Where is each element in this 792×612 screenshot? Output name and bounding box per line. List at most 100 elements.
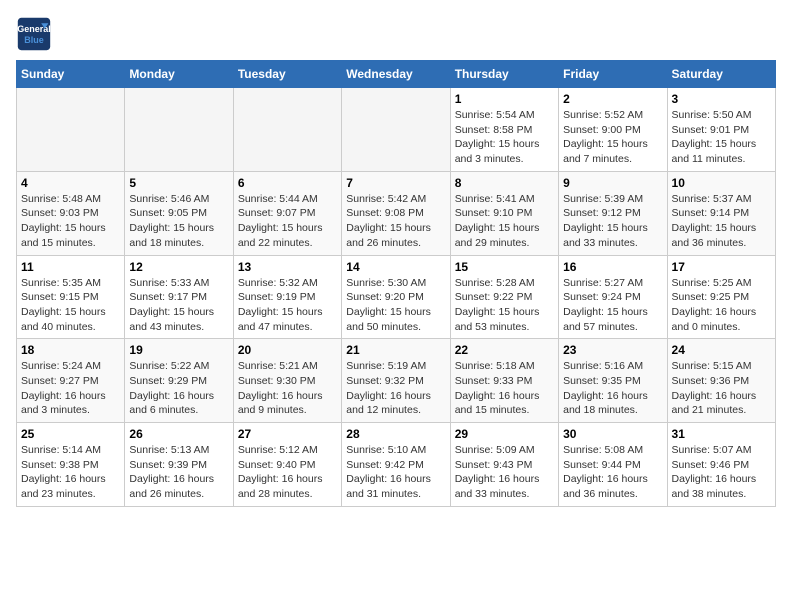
calendar-cell bbox=[233, 88, 341, 172]
day-number: 13 bbox=[238, 260, 337, 274]
day-number: 18 bbox=[21, 343, 120, 357]
day-info: Sunrise: 5:50 AM Sunset: 9:01 PM Dayligh… bbox=[672, 108, 771, 167]
calendar-week-3: 11 Sunrise: 5:35 AM Sunset: 9:15 PM Dayli… bbox=[17, 255, 776, 339]
calendar-cell bbox=[17, 88, 125, 172]
day-info: Sunrise: 5:54 AM Sunset: 8:58 PM Dayligh… bbox=[455, 108, 554, 167]
calendar-cell bbox=[342, 88, 450, 172]
day-info: Sunrise: 5:13 AM Sunset: 9:39 PM Dayligh… bbox=[129, 443, 228, 502]
day-number: 30 bbox=[563, 427, 662, 441]
day-number: 16 bbox=[563, 260, 662, 274]
day-number: 4 bbox=[21, 176, 120, 190]
day-info: Sunrise: 5:10 AM Sunset: 9:42 PM Dayligh… bbox=[346, 443, 445, 502]
day-number: 15 bbox=[455, 260, 554, 274]
day-info: Sunrise: 5:48 AM Sunset: 9:03 PM Dayligh… bbox=[21, 192, 120, 251]
day-number: 19 bbox=[129, 343, 228, 357]
day-number: 27 bbox=[238, 427, 337, 441]
day-info: Sunrise: 5:44 AM Sunset: 9:07 PM Dayligh… bbox=[238, 192, 337, 251]
calendar-cell: 3 Sunrise: 5:50 AM Sunset: 9:01 PM Daylig… bbox=[667, 88, 775, 172]
calendar-cell: 17 Sunrise: 5:25 AM Sunset: 9:25 PM Dayli… bbox=[667, 255, 775, 339]
calendar-week-1: 1 Sunrise: 5:54 AM Sunset: 8:58 PM Daylig… bbox=[17, 88, 776, 172]
calendar-cell: 8Sunrise: 5:41 AM Sunset: 9:10 PM Daylig… bbox=[450, 171, 558, 255]
calendar-cell: 16 Sunrise: 5:27 AM Sunset: 9:24 PM Dayli… bbox=[559, 255, 667, 339]
calendar-cell: 13 Sunrise: 5:32 AM Sunset: 9:19 PM Dayli… bbox=[233, 255, 341, 339]
day-info: Sunrise: 5:42 AM Sunset: 9:08 PM Dayligh… bbox=[346, 192, 445, 251]
day-info: Sunrise: 5:39 AM Sunset: 9:12 PM Dayligh… bbox=[563, 192, 662, 251]
day-info: Sunrise: 5:18 AM Sunset: 9:33 PM Dayligh… bbox=[455, 359, 554, 418]
day-info: Sunrise: 5:32 AM Sunset: 9:19 PM Dayligh… bbox=[238, 276, 337, 335]
logo-icon: General Blue bbox=[16, 16, 52, 52]
day-info: Sunrise: 5:33 AM Sunset: 9:17 PM Dayligh… bbox=[129, 276, 228, 335]
day-info: Sunrise: 5:12 AM Sunset: 9:40 PM Dayligh… bbox=[238, 443, 337, 502]
day-header-wednesday: Wednesday bbox=[342, 61, 450, 88]
day-header-saturday: Saturday bbox=[667, 61, 775, 88]
day-info: Sunrise: 5:28 AM Sunset: 9:22 PM Dayligh… bbox=[455, 276, 554, 335]
calendar-cell: 6 Sunrise: 5:44 AM Sunset: 9:07 PM Daylig… bbox=[233, 171, 341, 255]
day-info: Sunrise: 5:19 AM Sunset: 9:32 PM Dayligh… bbox=[346, 359, 445, 418]
day-number: 5 bbox=[129, 176, 228, 190]
calendar-cell: 28 Sunrise: 5:10 AM Sunset: 9:42 PM Dayli… bbox=[342, 423, 450, 507]
day-number: 26 bbox=[129, 427, 228, 441]
day-info: Sunrise: 5:27 AM Sunset: 9:24 PM Dayligh… bbox=[563, 276, 662, 335]
calendar-cell: 23Sunrise: 5:16 AM Sunset: 9:35 PM Dayli… bbox=[559, 339, 667, 423]
day-info: Sunrise: 5:25 AM Sunset: 9:25 PM Dayligh… bbox=[672, 276, 771, 335]
day-number: 17 bbox=[672, 260, 771, 274]
day-info: Sunrise: 5:46 AM Sunset: 9:05 PM Dayligh… bbox=[129, 192, 228, 251]
day-number: 22 bbox=[455, 343, 554, 357]
day-info: Sunrise: 5:24 AM Sunset: 9:27 PM Dayligh… bbox=[21, 359, 120, 418]
day-info: Sunrise: 5:41 AM Sunset: 9:10 PM Dayligh… bbox=[455, 192, 554, 251]
calendar-cell: 7 Sunrise: 5:42 AM Sunset: 9:08 PM Daylig… bbox=[342, 171, 450, 255]
calendar-cell: 29Sunrise: 5:09 AM Sunset: 9:43 PM Dayli… bbox=[450, 423, 558, 507]
day-info: Sunrise: 5:52 AM Sunset: 9:00 PM Dayligh… bbox=[563, 108, 662, 167]
day-number: 1 bbox=[455, 92, 554, 106]
calendar-cell: 1 Sunrise: 5:54 AM Sunset: 8:58 PM Daylig… bbox=[450, 88, 558, 172]
day-info: Sunrise: 5:22 AM Sunset: 9:29 PM Dayligh… bbox=[129, 359, 228, 418]
day-number: 10 bbox=[672, 176, 771, 190]
day-number: 20 bbox=[238, 343, 337, 357]
calendar-header-row: SundayMondayTuesdayWednesdayThursdayFrid… bbox=[17, 61, 776, 88]
day-number: 21 bbox=[346, 343, 445, 357]
day-number: 24 bbox=[672, 343, 771, 357]
day-info: Sunrise: 5:08 AM Sunset: 9:44 PM Dayligh… bbox=[563, 443, 662, 502]
day-info: Sunrise: 5:14 AM Sunset: 9:38 PM Dayligh… bbox=[21, 443, 120, 502]
calendar-cell: 25Sunrise: 5:14 AM Sunset: 9:38 PM Dayli… bbox=[17, 423, 125, 507]
calendar-cell: 30 Sunrise: 5:08 AM Sunset: 9:44 PM Dayli… bbox=[559, 423, 667, 507]
day-header-friday: Friday bbox=[559, 61, 667, 88]
calendar-cell: 15 Sunrise: 5:28 AM Sunset: 9:22 PM Dayli… bbox=[450, 255, 558, 339]
calendar-table: SundayMondayTuesdayWednesdayThursdayFrid… bbox=[16, 60, 776, 507]
logo: General Blue bbox=[16, 16, 52, 52]
calendar-cell: 31Sunrise: 5:07 AM Sunset: 9:46 PM Dayli… bbox=[667, 423, 775, 507]
day-number: 11 bbox=[21, 260, 120, 274]
day-number: 29 bbox=[455, 427, 554, 441]
day-info: Sunrise: 5:30 AM Sunset: 9:20 PM Dayligh… bbox=[346, 276, 445, 335]
calendar-cell: 22 Sunrise: 5:18 AM Sunset: 9:33 PM Dayli… bbox=[450, 339, 558, 423]
day-info: Sunrise: 5:21 AM Sunset: 9:30 PM Dayligh… bbox=[238, 359, 337, 418]
day-header-sunday: Sunday bbox=[17, 61, 125, 88]
day-number: 12 bbox=[129, 260, 228, 274]
calendar-cell: 19 Sunrise: 5:22 AM Sunset: 9:29 PM Dayli… bbox=[125, 339, 233, 423]
calendar-cell: 2 Sunrise: 5:52 AM Sunset: 9:00 PM Daylig… bbox=[559, 88, 667, 172]
calendar-cell: 18 Sunrise: 5:24 AM Sunset: 9:27 PM Dayli… bbox=[17, 339, 125, 423]
svg-text:Blue: Blue bbox=[24, 35, 44, 45]
calendar-cell: 10 Sunrise: 5:37 AM Sunset: 9:14 PM Dayli… bbox=[667, 171, 775, 255]
day-number: 23 bbox=[563, 343, 662, 357]
day-number: 6 bbox=[238, 176, 337, 190]
calendar-cell: 12 Sunrise: 5:33 AM Sunset: 9:17 PM Dayli… bbox=[125, 255, 233, 339]
header: General Blue bbox=[16, 16, 776, 52]
day-header-monday: Monday bbox=[125, 61, 233, 88]
day-info: Sunrise: 5:15 AM Sunset: 9:36 PM Dayligh… bbox=[672, 359, 771, 418]
calendar-cell: 20 Sunrise: 5:21 AM Sunset: 9:30 PM Dayli… bbox=[233, 339, 341, 423]
calendar-cell bbox=[125, 88, 233, 172]
day-info: Sunrise: 5:37 AM Sunset: 9:14 PM Dayligh… bbox=[672, 192, 771, 251]
day-number: 3 bbox=[672, 92, 771, 106]
day-info: Sunrise: 5:35 AM Sunset: 9:15 PM Dayligh… bbox=[21, 276, 120, 335]
day-header-thursday: Thursday bbox=[450, 61, 558, 88]
calendar-cell: 21 Sunrise: 5:19 AM Sunset: 9:32 PM Dayli… bbox=[342, 339, 450, 423]
day-number: 31 bbox=[672, 427, 771, 441]
calendar-cell: 14Sunrise: 5:30 AM Sunset: 9:20 PM Dayli… bbox=[342, 255, 450, 339]
day-number: 28 bbox=[346, 427, 445, 441]
day-number: 2 bbox=[563, 92, 662, 106]
calendar-week-5: 25Sunrise: 5:14 AM Sunset: 9:38 PM Dayli… bbox=[17, 423, 776, 507]
calendar-cell: 4 Sunrise: 5:48 AM Sunset: 9:03 PM Daylig… bbox=[17, 171, 125, 255]
day-number: 7 bbox=[346, 176, 445, 190]
day-header-tuesday: Tuesday bbox=[233, 61, 341, 88]
